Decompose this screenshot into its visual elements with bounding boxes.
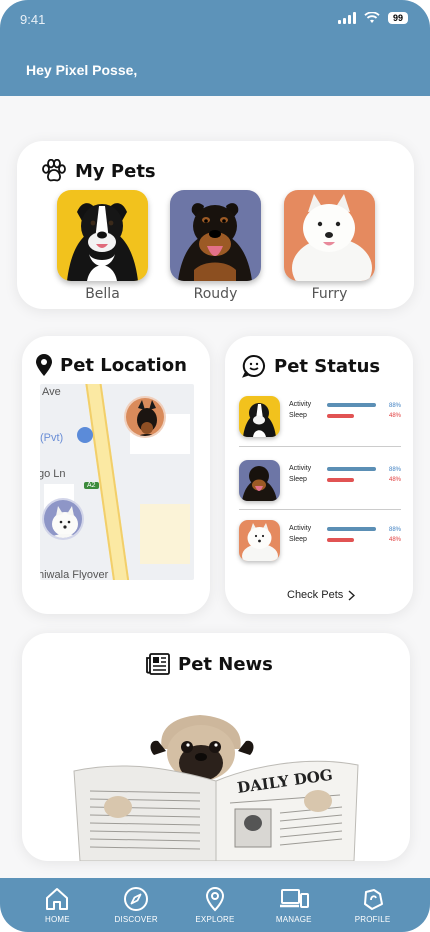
pet-bella[interactable]: Bella xyxy=(57,190,148,302)
nav-home[interactable]: HOME xyxy=(27,886,87,924)
pet-name-roudy: Roudy xyxy=(193,286,238,302)
activity-bar xyxy=(327,403,377,407)
nav-explore-label: EXPLORE xyxy=(195,915,235,924)
sleep-percent: 48% xyxy=(388,537,401,543)
map-label-flyover: hiwala Flyover xyxy=(40,569,109,580)
nav-profile-label: PROFILE xyxy=(354,915,391,924)
map-pet-marker-roudy[interactable] xyxy=(124,396,166,438)
cellular-signal-icon xyxy=(337,12,356,24)
divider xyxy=(239,509,401,510)
sleep-bar xyxy=(327,538,354,542)
devices-icon xyxy=(279,889,309,908)
newspaper-icon xyxy=(146,653,170,675)
map-label-ave: Ave xyxy=(42,386,61,398)
nav-discover[interactable]: DISCOVER xyxy=(106,886,166,924)
my-pets-card: My Pets Bella Roudy Furry xyxy=(17,141,414,309)
activity-percent: 88% xyxy=(388,403,401,409)
pet-furry[interactable]: Furry xyxy=(284,190,375,302)
check-pets-label: Check Pets xyxy=(287,589,344,601)
status-sleep-label: Sleep xyxy=(289,412,307,419)
pet-map[interactable]: Ave (Pvt) go Ln A2 hiwala Flyover xyxy=(40,384,194,580)
status-photo-furry xyxy=(239,520,280,561)
nav-manage-label: MANAGE xyxy=(275,915,312,924)
pet-location-card[interactable]: Pet Location Ave (Pvt) go Ln A2 hiwala F… xyxy=(22,336,210,614)
location-pin-icon xyxy=(36,354,52,376)
pet-news-card[interactable]: Pet News DAILY DOG xyxy=(22,633,410,861)
profile-tag-icon xyxy=(363,889,383,910)
status-row-roudy[interactable]: Activity Sleep 88% 48% xyxy=(239,456,401,506)
activity-percent: 88% xyxy=(388,467,401,473)
phone-screen: 9:41 99 Hey Pixel Posse, My Pets Bella R… xyxy=(0,0,430,932)
pet-location-header: Pet Location xyxy=(36,354,187,376)
pet-status-card: Pet Status Activity Sleep 88% 48% Activi… xyxy=(225,336,413,614)
pet-status-header: Pet Status xyxy=(242,354,380,378)
sleep-bar xyxy=(327,414,354,418)
nav-home-label: HOME xyxy=(44,915,70,924)
divider xyxy=(239,446,401,447)
status-activity-label: Activity xyxy=(289,465,312,472)
status-icons: 99 xyxy=(337,12,408,24)
home-icon xyxy=(46,888,69,910)
check-pets-link[interactable]: Check Pets xyxy=(287,589,356,601)
pet-name-bella: Bella xyxy=(85,286,120,302)
status-activity-label: Activity xyxy=(289,401,312,408)
greeting-text: Hey Pixel Posse, xyxy=(26,62,138,78)
paw-icon xyxy=(42,159,66,182)
bottom-navigation: HOME DISCOVER EXPLORE MANAGE PROFILE xyxy=(0,878,430,932)
chevron-right-icon xyxy=(348,589,356,601)
pet-roudy[interactable]: Roudy xyxy=(170,190,261,302)
battery-icon: 99 xyxy=(387,12,408,24)
pet-news-title: Pet News xyxy=(178,653,273,675)
map-block xyxy=(140,504,190,564)
map-pet-marker-furry[interactable] xyxy=(42,498,84,540)
sleep-percent: 48% xyxy=(388,413,401,419)
nav-discover-label: DISCOVER xyxy=(114,915,158,924)
pet-photo-furry xyxy=(284,190,375,281)
status-photo-roudy xyxy=(239,460,280,501)
status-time: 9:41 xyxy=(20,12,46,27)
map-road-badge: A2 xyxy=(84,482,99,489)
pet-photo-roudy xyxy=(170,190,261,281)
activity-percent: 88% xyxy=(388,527,401,533)
wifi-icon xyxy=(364,12,380,23)
pet-location-title: Pet Location xyxy=(60,354,187,376)
my-pets-header: My Pets xyxy=(41,159,156,183)
pug-newspaper-illustration: DAILY DOG xyxy=(73,715,359,861)
map-label-pvt: (Pvt) xyxy=(40,432,64,444)
nav-profile[interactable]: PROFILE xyxy=(343,886,403,924)
status-photo-bella xyxy=(239,396,280,437)
compass-icon xyxy=(124,887,149,911)
chat-face-icon xyxy=(242,354,265,378)
nav-explore[interactable]: EXPLORE xyxy=(185,886,245,924)
status-sleep-label: Sleep xyxy=(289,476,307,483)
my-pets-title: My Pets xyxy=(75,160,156,182)
sleep-bar xyxy=(327,478,354,482)
header-bar: 9:41 99 Hey Pixel Posse, xyxy=(0,0,430,96)
map-label-go-ln: go Ln xyxy=(40,468,66,480)
status-row-furry[interactable]: Activity Sleep 88% 48% xyxy=(239,516,401,566)
activity-bar xyxy=(327,467,377,471)
pet-status-title: Pet Status xyxy=(274,355,381,377)
nav-manage[interactable]: MANAGE xyxy=(264,886,324,924)
status-activity-label: Activity xyxy=(289,525,312,532)
status-row-bella[interactable]: Activity Sleep 88% 48% xyxy=(239,392,401,442)
pet-photo-bella xyxy=(57,190,148,281)
map-pin-icon xyxy=(205,886,224,912)
pet-news-header: Pet News xyxy=(146,653,273,675)
sleep-percent: 48% xyxy=(388,477,401,483)
map-poi-icon xyxy=(77,427,93,443)
pet-name-furry: Furry xyxy=(311,286,348,302)
status-sleep-label: Sleep xyxy=(289,536,307,543)
activity-bar xyxy=(327,527,377,531)
